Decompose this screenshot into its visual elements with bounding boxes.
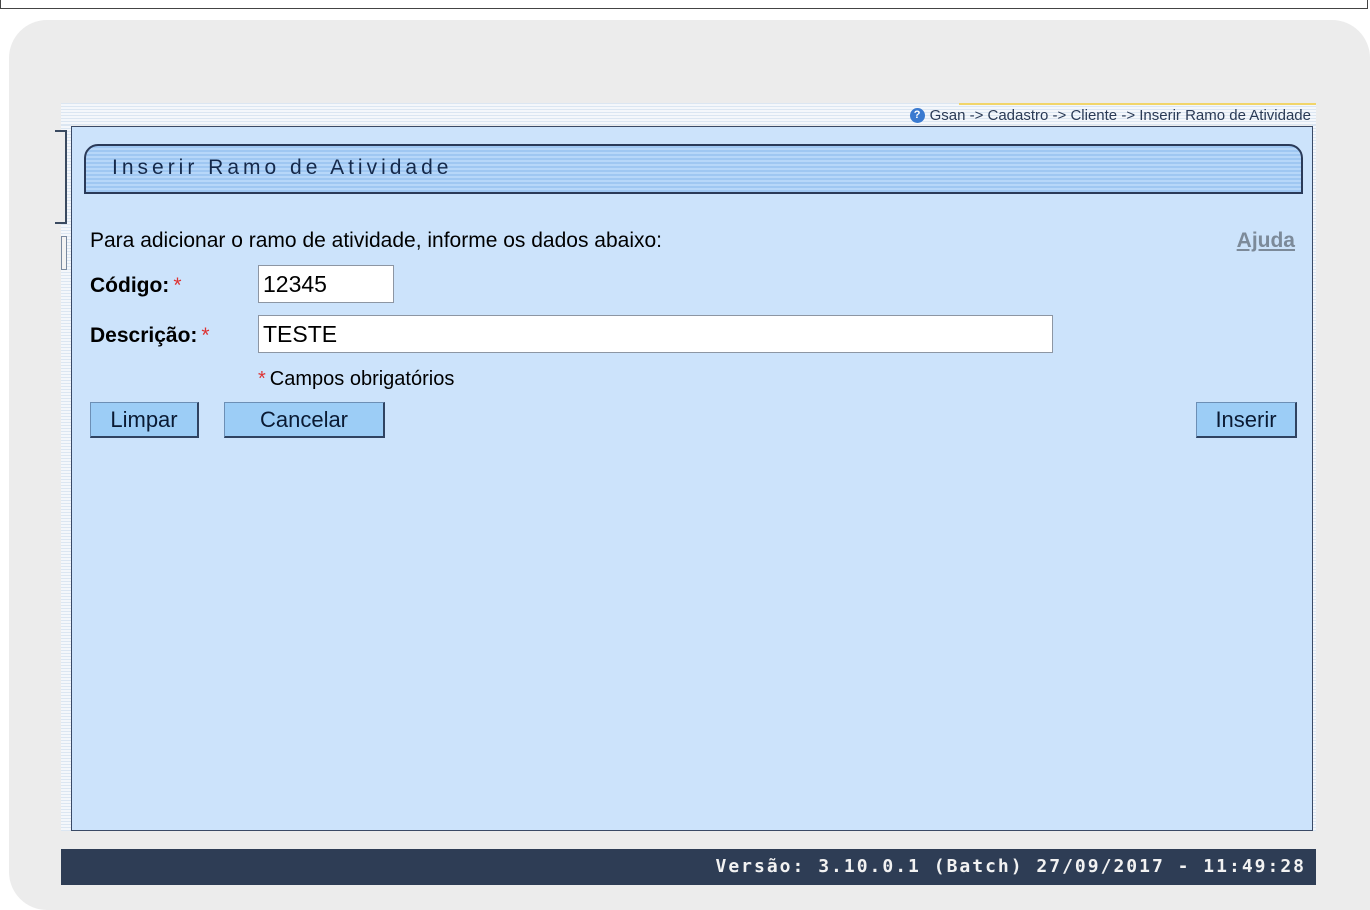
cancelar-button[interactable]: Cancelar xyxy=(224,402,385,438)
title-bar: Inserir Ramo de Atividade xyxy=(84,144,1303,194)
help-link[interactable]: Ajuda xyxy=(1237,229,1295,253)
required-fields-note: * Campos obrigatórios xyxy=(258,368,454,391)
main-panel: Inserir Ramo de Atividade Para adicionar… xyxy=(71,126,1313,831)
codigo-required-marker: * xyxy=(173,274,182,297)
codigo-input[interactable] xyxy=(258,265,394,303)
top-window-strip xyxy=(0,0,1368,9)
help-icon[interactable]: ? xyxy=(909,107,925,123)
descricao-required-marker: * xyxy=(201,324,210,347)
codigo-label: Código: * xyxy=(90,274,182,298)
required-note-text: Campos obrigatórios xyxy=(269,368,455,390)
instruction-text: Para adicionar o ramo de atividade, info… xyxy=(90,229,663,252)
footer-bar: Versão: 3.10.0.1 (Batch) 27/09/2017 - 11… xyxy=(61,849,1316,885)
descricao-input[interactable] xyxy=(258,315,1053,353)
version-text: Versão: 3.10.0.1 (Batch) 27/09/2017 - 11… xyxy=(715,856,1306,877)
required-note-marker: * xyxy=(258,368,266,390)
side-tab[interactable] xyxy=(55,130,67,224)
breadcrumb: ? Gsan -> Cadastro -> Cliente -> Inserir… xyxy=(909,106,1311,124)
inserir-button[interactable]: Inserir xyxy=(1196,402,1297,438)
breadcrumb-text: Gsan -> Cadastro -> Cliente -> Inserir R… xyxy=(929,106,1311,124)
limpar-button[interactable]: Limpar xyxy=(90,402,199,438)
side-tab-secondary[interactable] xyxy=(61,236,67,270)
descricao-label: Descrição: * xyxy=(90,324,210,348)
left-side-stripe xyxy=(61,125,71,831)
page-title: Inserir Ramo de Atividade xyxy=(112,156,453,179)
header-highlight xyxy=(959,103,1316,105)
descricao-label-text: Descrição: xyxy=(90,324,198,347)
codigo-label-text: Código: xyxy=(90,274,170,297)
app-container: ? Gsan -> Cadastro -> Cliente -> Inserir… xyxy=(55,103,1316,886)
